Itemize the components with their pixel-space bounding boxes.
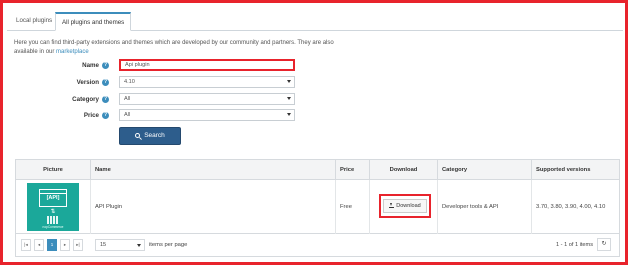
plugins-table: Picture Name Price Download Category Sup… (15, 159, 620, 257)
plugin-name: API Plugin (90, 180, 335, 234)
next-page-button[interactable]: ▸ (60, 239, 70, 251)
last-page-button[interactable]: ▸| (73, 239, 83, 251)
page-1-button[interactable]: 1 (47, 239, 57, 251)
first-page-button[interactable]: |◂ (21, 239, 31, 251)
help-icon[interactable]: ? (102, 61, 109, 69)
column-header-supported-versions: Supported versions (531, 160, 619, 180)
tab-local-plugins[interactable]: Local plugins (10, 12, 58, 31)
column-header-name: Name (90, 160, 335, 180)
version-row: Version? 4.10 (3, 76, 628, 89)
picture-cell: [API] ⇅ nopCommerce (16, 180, 90, 234)
column-header-price: Price (335, 160, 369, 180)
marketplace-link[interactable]: marketplace (56, 49, 89, 55)
plugin-supported-versions: 3.70, 3.80, 3.90, 4.00, 4.10 (531, 180, 619, 234)
refresh-icon[interactable]: ↻ (597, 238, 611, 251)
items-per-page-label: items per page (149, 242, 188, 248)
plugin-category: Developer tools & API (437, 180, 531, 234)
chevron-down-icon (287, 97, 291, 100)
help-icon[interactable]: ? (102, 78, 109, 86)
thumbnail-title: [API] (46, 195, 60, 201)
intro-text: Here you can find third-party extensions… (14, 39, 344, 57)
chevron-down-icon (287, 113, 291, 116)
pagination: |◂ ◂ 1 ▸ ▸| 15 items per page 1 - 1 of 1… (16, 234, 619, 256)
search-icon (135, 133, 141, 138)
help-icon[interactable]: ? (102, 95, 109, 103)
column-header-download: Download (369, 160, 437, 180)
price-label: Price? (83, 111, 109, 119)
version-label: Version? (76, 78, 109, 86)
chevron-down-icon (137, 244, 141, 247)
table-header: Picture Name Price Download Category Sup… (16, 160, 619, 180)
column-header-picture: Picture (43, 167, 63, 173)
arrows-icon: ⇅ (50, 209, 56, 215)
download-highlight: Download (379, 194, 431, 218)
plugin-tabs: Local plugins All plugins and themes (7, 9, 623, 31)
tab-all-plugins-and-themes[interactable]: All plugins and themes (55, 12, 132, 31)
name-label: Name? (82, 61, 109, 69)
table-row: [API] ⇅ nopCommerce API Plugin Free Down… (16, 180, 619, 234)
help-icon[interactable]: ? (102, 111, 109, 119)
category-row: Category? All (3, 93, 628, 106)
search-button[interactable]: Search (119, 127, 181, 145)
items-count: 1 - 1 of 1 items (556, 242, 593, 248)
category-label: Category? (72, 95, 109, 103)
price-select[interactable]: All (119, 109, 295, 121)
price-row: Price? All (3, 109, 628, 122)
plugin-price: Free (335, 180, 369, 234)
download-icon (389, 203, 395, 208)
page-size-select[interactable]: 15 (95, 239, 145, 251)
column-header-category: Category (437, 160, 531, 180)
page-frame: Local plugins All plugins and themes Her… (0, 0, 628, 265)
download-cell: Download (369, 180, 437, 234)
chevron-down-icon (287, 80, 291, 83)
thumbnail-caption: nopCommerce (42, 225, 64, 229)
version-select[interactable]: 4.10 (119, 76, 295, 88)
download-button[interactable]: Download (383, 199, 427, 213)
name-input[interactable]: Api plugin (119, 59, 295, 71)
prev-page-button[interactable]: ◂ (34, 239, 44, 251)
plugin-thumbnail: [API] ⇅ nopCommerce (27, 183, 79, 231)
category-select[interactable]: All (119, 93, 295, 105)
grid-icon (47, 216, 59, 224)
name-row: Name? Api plugin (3, 59, 628, 72)
